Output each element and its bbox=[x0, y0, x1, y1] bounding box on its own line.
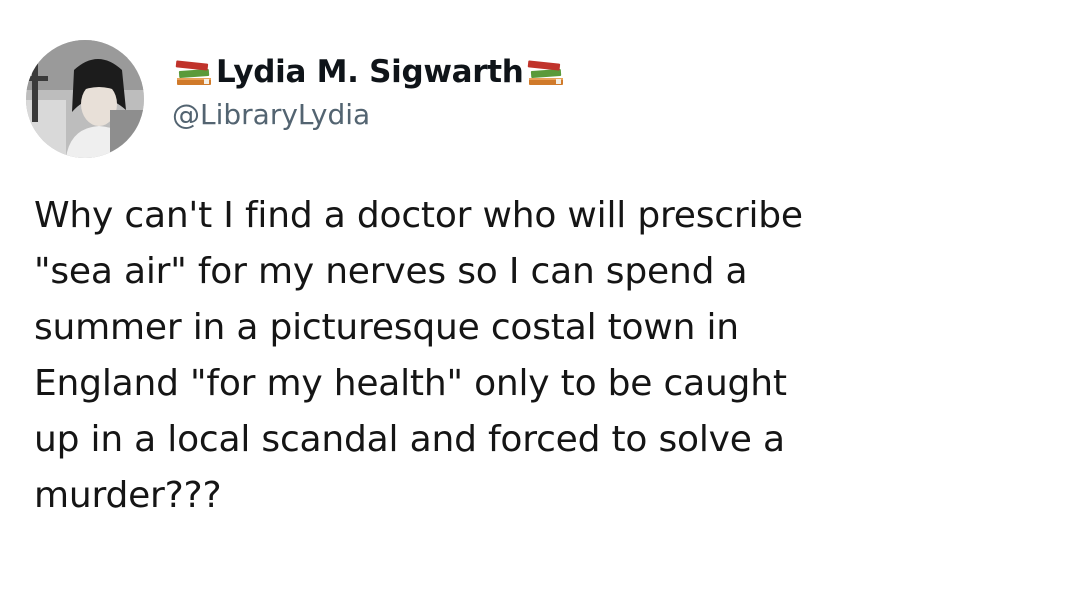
tweet-text-line: "sea air" for my nerves so I can spend a bbox=[34, 251, 748, 292]
tweet-text-line: Why can't I find a doctor who will presc… bbox=[34, 195, 803, 236]
books-icon bbox=[174, 56, 214, 88]
avatar-photo bbox=[26, 40, 144, 158]
tweet-text-line: summer in a picturesque costal town in bbox=[34, 307, 739, 348]
user-handle[interactable]: @LibraryLydia bbox=[172, 98, 972, 131]
display-name[interactable]: Lydia M. Sigwarth bbox=[216, 54, 524, 90]
books-icon bbox=[526, 56, 566, 88]
tweet-card: Lydia M. Sigwarth @LibraryLydia Why can'… bbox=[0, 0, 1080, 607]
avatar[interactable] bbox=[26, 40, 144, 158]
tweet-text-line: England "for my health" only to be caugh… bbox=[34, 363, 787, 404]
name-row: Lydia M. Sigwarth bbox=[172, 50, 972, 94]
tweet-text: Why can't I find a doctor who will presc… bbox=[34, 188, 1054, 524]
tweet-header: Lydia M. Sigwarth @LibraryLydia bbox=[172, 50, 972, 131]
tweet-text-line: murder??? bbox=[34, 475, 222, 516]
tweet-text-line: up in a local scandal and forced to solv… bbox=[34, 419, 785, 460]
